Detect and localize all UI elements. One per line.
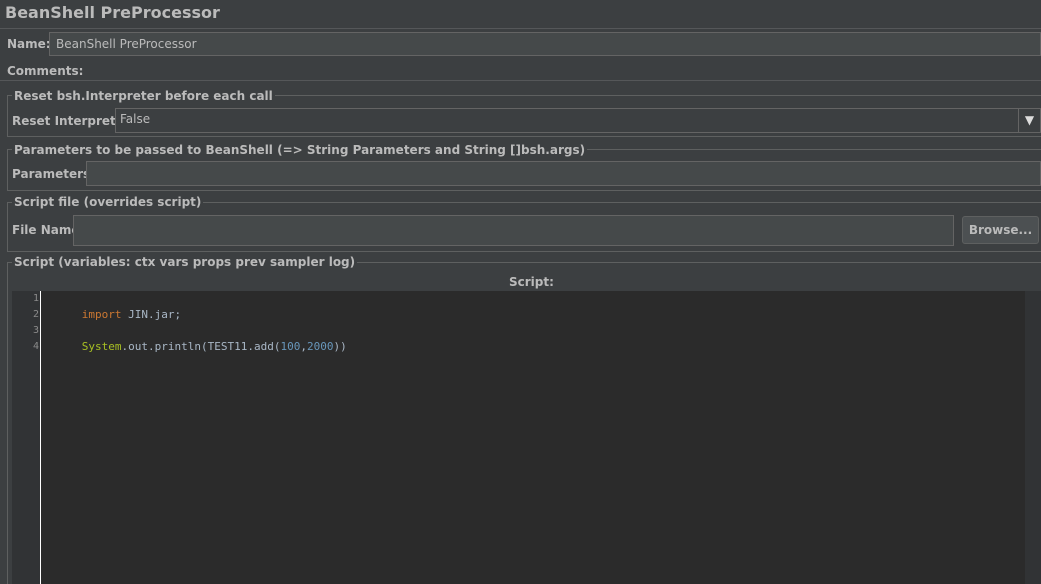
line-number: 1	[32, 293, 39, 304]
script-editor[interactable]: 1 2 3 4 import JIN.jar; System.out.print…	[12, 291, 1041, 584]
line-number: 4	[32, 341, 39, 352]
script-header: Script:	[509, 275, 554, 289]
dropdown-arrow-icon[interactable]: ▼	[1018, 109, 1040, 132]
line-number: 3	[32, 325, 39, 336]
gutter-border	[40, 291, 41, 584]
parameters-input[interactable]	[86, 161, 1041, 186]
title-divider	[0, 28, 1041, 29]
comments-input[interactable]	[76, 60, 1041, 80]
comments-divider	[0, 80, 1041, 81]
code-token: 100	[280, 340, 301, 353]
code-token: 2000	[306, 340, 334, 353]
beanshell-preprocessor-panel: BeanShell PreProcessor Name: BeanShell P…	[0, 0, 1041, 584]
code-token: .out.println(TEST11.add(	[121, 340, 281, 353]
file-name-input[interactable]	[73, 215, 954, 246]
script-file-group-legend: Script file (overrides script)	[12, 195, 204, 209]
code-token: import	[81, 308, 122, 321]
code-token: System	[81, 340, 122, 353]
line-number: 2	[32, 309, 39, 320]
comments-label: Comments:	[7, 64, 84, 78]
reset-interpreter-select[interactable]: False ▼	[115, 108, 1041, 133]
reset-group-legend: Reset bsh.Interpreter before each call	[12, 89, 275, 103]
name-input[interactable]: BeanShell PreProcessor	[49, 32, 1041, 56]
code-line-3[interactable]: System.out.println(TEST11.add(100,2000))	[42, 323, 347, 371]
code-token: ,	[300, 340, 307, 353]
panel-title: BeanShell PreProcessor	[5, 3, 220, 22]
script-group-legend: Script (variables: ctx vars props prev s…	[12, 255, 358, 269]
parameters-label: Parameters:	[12, 167, 95, 181]
editor-scrollbar[interactable]	[1025, 291, 1041, 584]
line-number-gutter: 1 2 3 4	[12, 291, 40, 584]
code-token: JIN.jar;	[121, 308, 182, 321]
name-label: Name:	[7, 37, 51, 51]
browse-button[interactable]: Browse...	[962, 216, 1039, 244]
parameters-group-legend: Parameters to be passed to BeanShell (=>…	[12, 143, 588, 157]
reset-interpreter-value: False	[120, 112, 151, 126]
code-token: ))	[333, 340, 347, 353]
